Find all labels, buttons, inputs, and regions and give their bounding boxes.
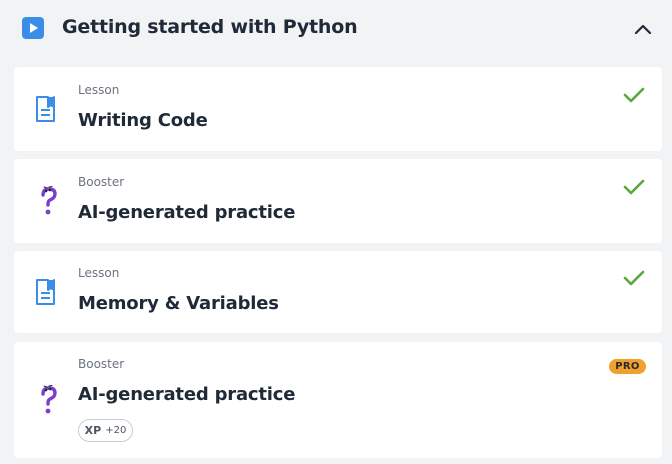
checkmark-icon [623,86,645,104]
question-mark-icon [34,384,58,414]
item-type-label: Lesson [78,83,120,97]
xp-reward-chip: XP +20 [78,419,133,442]
section-header[interactable]: Getting started with Python [0,0,672,58]
list-item-ai-practice[interactable]: Booster AI-generated practice [14,159,662,243]
item-type-label: Lesson [78,266,120,280]
list-item-ai-practice-pro[interactable]: Booster AI-generated practice PRO XP +20 [14,342,662,458]
item-title: Writing Code [78,110,208,131]
pro-badge: PRO [609,359,646,374]
item-title: AI-generated practice [78,202,296,223]
chevron-up-icon[interactable] [632,20,654,38]
list-item-writing-code[interactable]: Lesson Writing Code [14,67,662,151]
document-icon [34,277,58,307]
checkmark-icon [623,269,645,287]
document-icon [34,94,58,124]
xp-label: XP [84,424,102,437]
question-mark-icon [34,185,58,215]
list-item-memory-variables[interactable]: Lesson Memory & Variables [14,251,662,333]
item-title: AI-generated practice [78,384,296,405]
section-title: Getting started with Python [62,16,358,38]
item-type-label: Booster [78,357,125,371]
item-title: Memory & Variables [78,293,279,314]
item-type-label: Booster [78,175,125,189]
xp-value: +20 [105,425,127,436]
play-icon [22,17,44,39]
checkmark-icon [623,178,645,196]
